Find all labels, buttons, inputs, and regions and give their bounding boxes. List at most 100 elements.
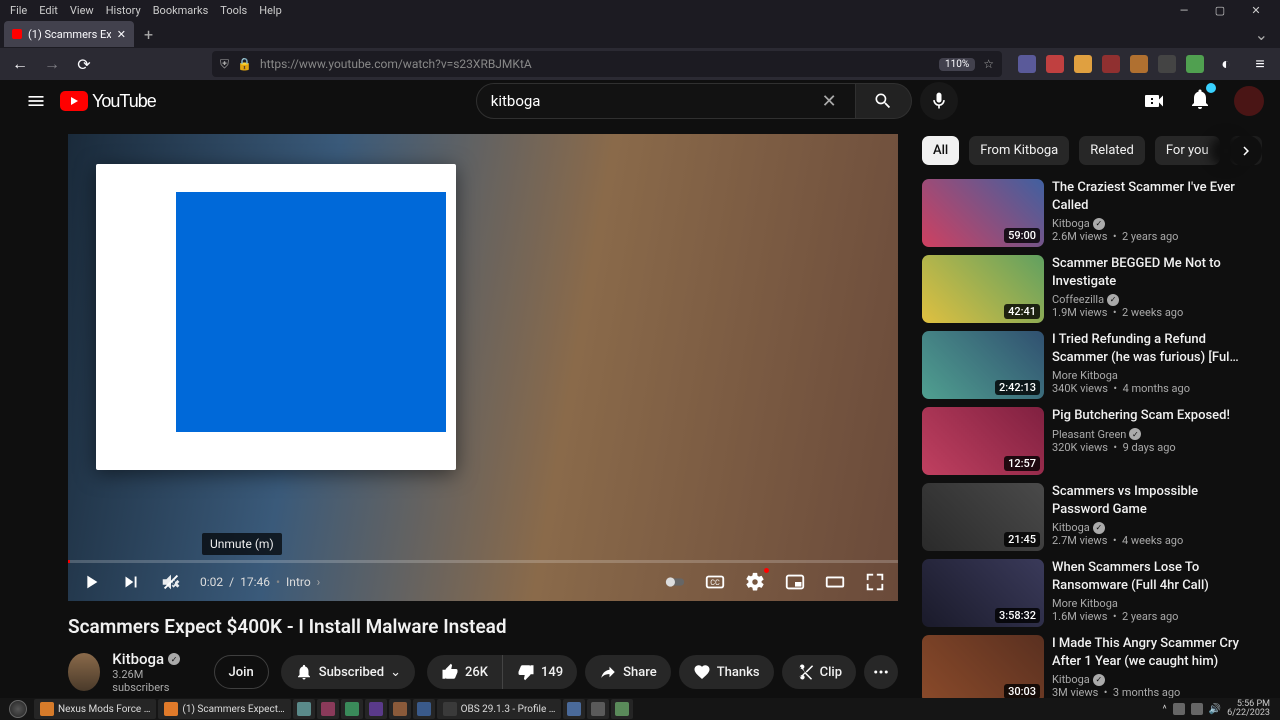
recommendation-item[interactable]: 3:58:32 When Scammers Lose To Ransomware… bbox=[922, 559, 1262, 627]
clear-search-icon[interactable]: ✕ bbox=[818, 91, 841, 112]
recommendation-item[interactable]: 42:41 Scammer BEGGED Me Not to Investiga… bbox=[922, 255, 1262, 323]
search-button[interactable] bbox=[856, 83, 912, 119]
reload-button[interactable]: ⟳ bbox=[72, 52, 96, 76]
taskbar-clock[interactable]: 5:56 PM 6/22/2023 bbox=[1227, 700, 1270, 718]
cc-button[interactable]: CC bbox=[704, 571, 726, 593]
rec-channel[interactable]: Kitboga ✓ bbox=[1052, 217, 1242, 230]
rec-channel[interactable]: Coffeezilla ✓ bbox=[1052, 293, 1242, 306]
rec-thumbnail[interactable]: 12:57 bbox=[922, 407, 1044, 475]
rec-thumbnail[interactable]: 30:03 bbox=[922, 635, 1044, 703]
recommendation-item[interactable]: 30:03 I Made This Angry Scammer Cry Afte… bbox=[922, 635, 1262, 703]
mute-button[interactable] bbox=[160, 571, 182, 593]
create-icon[interactable] bbox=[1142, 89, 1166, 113]
autoplay-toggle[interactable] bbox=[664, 571, 686, 593]
more-actions-button[interactable] bbox=[864, 655, 898, 689]
recommendation-item[interactable]: 2:42:13 I Tried Refunding a Refund Scamm… bbox=[922, 331, 1262, 399]
video-player[interactable]: Unmute (m) 0:02 / 17:46 • Intro › CC bbox=[68, 134, 898, 601]
rec-channel[interactable]: More Kitboga bbox=[1052, 369, 1242, 382]
subscribed-button[interactable]: Subscribed ⌄ bbox=[281, 655, 415, 689]
clip-button[interactable]: Clip bbox=[782, 655, 856, 689]
taskbar-app-icon[interactable] bbox=[317, 699, 339, 719]
share-button[interactable]: Share bbox=[585, 655, 671, 689]
recommendation-item[interactable]: 12:57 Pig Butchering Scam Exposed! Pleas… bbox=[922, 407, 1262, 475]
taskbar-app-icon[interactable] bbox=[389, 699, 411, 719]
youtube-logo[interactable]: YouTube bbox=[60, 91, 156, 112]
extension-icon[interactable] bbox=[1130, 55, 1148, 73]
settings-button[interactable] bbox=[744, 571, 766, 593]
taskbar-app-icon[interactable] bbox=[413, 699, 435, 719]
menu-bookmarks[interactable]: Bookmarks bbox=[147, 2, 215, 19]
new-tab-button[interactable]: + bbox=[134, 25, 163, 44]
tab-close-icon[interactable]: ✕ bbox=[117, 28, 126, 41]
menu-edit[interactable]: Edit bbox=[33, 2, 64, 19]
taskbar-window[interactable]: OBS 29.1.3 - Profile … bbox=[437, 699, 562, 719]
tray-chevron-icon[interactable]: ^ bbox=[1163, 704, 1167, 715]
start-button[interactable] bbox=[4, 698, 32, 720]
window-close-icon[interactable]: ✕ bbox=[1244, 2, 1268, 19]
chip-from-channel[interactable]: From Kitboga bbox=[969, 136, 1069, 165]
taskbar-window[interactable]: Nexus Mods Force … bbox=[34, 699, 156, 719]
search-box[interactable]: ✕ bbox=[476, 83, 856, 119]
rec-thumbnail[interactable]: 42:41 bbox=[922, 255, 1044, 323]
taskbar-window[interactable]: (1) Scammers Expect… bbox=[158, 699, 290, 719]
rec-thumbnail[interactable]: 59:00 bbox=[922, 179, 1044, 247]
channel-name[interactable]: Kitboga ✓ bbox=[112, 650, 189, 668]
extension-icon[interactable] bbox=[1186, 55, 1204, 73]
search-input[interactable] bbox=[491, 92, 818, 110]
tray-icon[interactable] bbox=[1173, 703, 1185, 715]
recommendation-item[interactable]: 59:00 The Craziest Scammer I've Ever Cal… bbox=[922, 179, 1262, 247]
taskbar-app-icon[interactable] bbox=[341, 699, 363, 719]
menu-tools[interactable]: Tools bbox=[214, 2, 253, 19]
window-restore-icon[interactable]: ▢ bbox=[1208, 2, 1232, 19]
zoom-badge[interactable]: 110% bbox=[939, 58, 975, 71]
extension-icon[interactable] bbox=[1102, 55, 1120, 73]
voice-search-button[interactable] bbox=[920, 82, 958, 120]
notifications-button[interactable] bbox=[1188, 87, 1212, 115]
rec-thumbnail[interactable]: 2:42:13 bbox=[922, 331, 1044, 399]
tray-icon[interactable] bbox=[1191, 703, 1203, 715]
user-avatar[interactable] bbox=[1234, 86, 1264, 116]
thanks-button[interactable]: Thanks bbox=[679, 655, 774, 689]
system-tray[interactable]: ^ 🔊 5:56 PM 6/22/2023 bbox=[1157, 700, 1276, 718]
url-bar[interactable]: ⛨ 🔒 https://www.youtube.com/watch?v=s23X… bbox=[212, 51, 1002, 77]
volume-icon[interactable]: 🔊 bbox=[1209, 704, 1221, 715]
extension-icon[interactable] bbox=[1046, 55, 1064, 73]
rec-channel[interactable]: More Kitboga bbox=[1052, 597, 1242, 610]
bookmark-star-icon[interactable]: ☆ bbox=[983, 57, 994, 71]
taskbar-app-icon[interactable] bbox=[611, 699, 633, 719]
rec-thumbnail[interactable]: 21:45 bbox=[922, 483, 1044, 551]
miniplayer-button[interactable] bbox=[784, 571, 806, 593]
taskbar-app-icon[interactable] bbox=[365, 699, 387, 719]
channel-avatar[interactable] bbox=[68, 653, 100, 691]
extension-icon[interactable] bbox=[1158, 55, 1176, 73]
menu-view[interactable]: View bbox=[64, 2, 100, 19]
rec-channel[interactable]: Kitboga ✓ bbox=[1052, 521, 1242, 534]
rec-channel[interactable]: Kitboga ✓ bbox=[1052, 673, 1242, 686]
theater-button[interactable] bbox=[824, 571, 846, 593]
next-button[interactable] bbox=[120, 571, 142, 593]
taskbar-app-icon[interactable] bbox=[563, 699, 585, 719]
chips-scroll-right[interactable] bbox=[1230, 135, 1262, 167]
dislike-button[interactable]: 149 bbox=[503, 655, 577, 689]
back-button[interactable]: ← bbox=[8, 52, 32, 76]
window-minimize-icon[interactable]: — bbox=[1172, 2, 1196, 19]
browser-tab[interactable]: (1) Scammers Expect $400K - I… ✕ bbox=[4, 21, 134, 47]
taskbar-app-icon[interactable] bbox=[293, 699, 315, 719]
app-menu-icon[interactable]: ≡ bbox=[1248, 52, 1272, 76]
recommendation-item[interactable]: 21:45 Scammers vs Impossible Password Ga… bbox=[922, 483, 1262, 551]
hamburger-menu-button[interactable] bbox=[16, 81, 56, 121]
join-button[interactable]: Join bbox=[214, 655, 269, 689]
play-button[interactable] bbox=[80, 571, 102, 593]
menu-file[interactable]: File bbox=[4, 2, 33, 19]
account-icon[interactable]: ◐ bbox=[1214, 52, 1238, 76]
extension-icon[interactable] bbox=[1018, 55, 1036, 73]
rec-channel[interactable]: Pleasant Green ✓ bbox=[1052, 428, 1242, 441]
taskbar-app-icon[interactable] bbox=[587, 699, 609, 719]
chip-all[interactable]: All bbox=[922, 136, 959, 165]
like-button[interactable]: 26K bbox=[427, 655, 503, 689]
extension-icon[interactable] bbox=[1074, 55, 1092, 73]
fullscreen-button[interactable] bbox=[864, 571, 886, 593]
forward-button[interactable]: → bbox=[40, 52, 64, 76]
rec-thumbnail[interactable]: 3:58:32 bbox=[922, 559, 1044, 627]
menu-help[interactable]: Help bbox=[253, 2, 288, 19]
